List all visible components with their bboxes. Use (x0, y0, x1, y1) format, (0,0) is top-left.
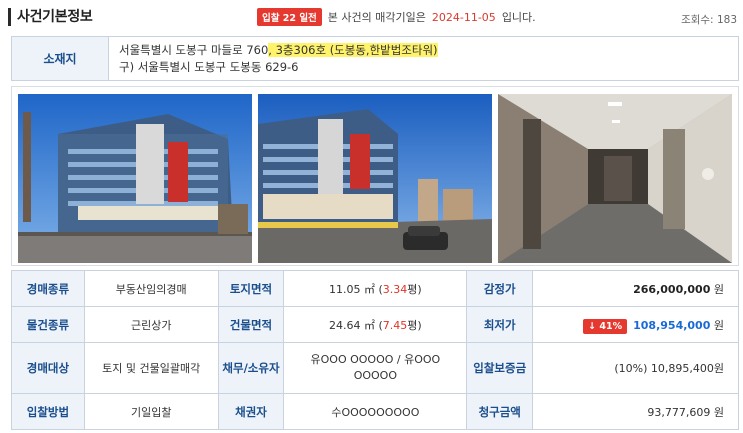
case-info-table: 경매종류 부동산임의경매 토지면적 11.05 ㎡ (3.34평) 감정가 26… (11, 270, 739, 430)
min-price-cell: ↓ 41% 108,954,000 원 (532, 306, 739, 343)
sale-date: 2024-11-05 (431, 10, 496, 24)
method-label: 입찰방법 (11, 393, 85, 430)
address-road: 서울특별시 도봉구 마들로 760 (119, 43, 269, 57)
owner-value-cell: 유OOO OOOOO / 유OOO OOOOO (283, 342, 468, 394)
auction-type-label: 경매종류 (11, 270, 85, 307)
deposit-value: (10%) 10,895,400원 (532, 342, 739, 394)
building-area-label: 건물면적 (217, 306, 285, 343)
appraisal-value: 266,000,000 (633, 282, 711, 296)
building-area-value: 24.64 ㎡ (7.45평) (283, 306, 468, 343)
photo-2[interactable] (258, 94, 492, 263)
method-value: 기일입찰 (83, 393, 219, 430)
land-area-value: 11.05 ㎡ (3.34평) (283, 270, 468, 307)
section-header: 사건기본정보 입찰 22 일전 본 사건의 매각기일은 2024-11-05 입… (0, 0, 743, 34)
dday-badge: 입찰 22 일전 (257, 8, 322, 26)
table-row: 입찰방법 기일입찰 채권자 수OOOOOOOOO 청구금액 93,777,609… (11, 393, 739, 430)
min-price-value: 108,954,000 (633, 318, 711, 332)
notice-suffix: 입니다. (501, 11, 536, 24)
won-unit: 원 (713, 318, 724, 332)
min-price-label: 최저가 (466, 306, 534, 343)
table-row: 물건종류 근린상가 건물면적 24.64 ㎡ (7.45평) 최저가 ↓ 41%… (11, 306, 739, 343)
address-line-old: 구) 서울특별시 도봉구 도봉동 629-6 (119, 60, 299, 74)
address-box: 소재지 서울특별시 도봉구 마들로 760, 3층306호 (도봉동,한밭법조타… (11, 36, 739, 81)
pyeong-unit: 평 (407, 318, 418, 332)
land-area-sqm: 11.05 ㎡ (329, 282, 375, 296)
photo-3[interactable] (498, 94, 732, 263)
target-value: 토지 및 건물일괄매각 (83, 342, 219, 394)
claim-value: 93,777,609 원 (532, 393, 739, 430)
building-street-photo-2-icon (258, 94, 492, 263)
notice-prefix: 본 사건의 매각기일은 (327, 11, 426, 24)
land-area-label: 토지면적 (217, 270, 285, 307)
deposit-label: 입찰보증금 (466, 342, 534, 394)
title-bar-marker (8, 8, 11, 26)
creditor-label: 채권자 (217, 393, 285, 430)
page-title: 사건기본정보 (17, 9, 93, 25)
target-label: 경매대상 (11, 342, 85, 394)
appraisal-label: 감정가 (466, 270, 534, 307)
owner-label: 채무/소유자 (217, 342, 285, 394)
address-line-new: 서울특별시 도봉구 마들로 760, 3층306호 (도봉동,한밭법조타워) (119, 42, 438, 59)
claim-label: 청구금액 (466, 393, 534, 430)
pyeong-unit: 평 (407, 282, 418, 296)
corridor-photo-icon (498, 94, 732, 263)
address-label: 소재지 (12, 37, 109, 80)
property-type-value: 근린상가 (83, 306, 219, 343)
table-row: 경매종류 부동산임의경매 토지면적 11.05 ㎡ (3.34평) 감정가 26… (11, 270, 739, 307)
won-unit: 원 (713, 282, 724, 296)
views-label: 조회수: (681, 14, 714, 26)
table-row: 경매대상 토지 및 건물일괄매각 채무/소유자 유OOO OOOOO / 유OO… (11, 342, 739, 394)
creditor-value: 수OOOOOOOOO (283, 393, 468, 430)
view-count: 조회수: 183 (681, 12, 737, 27)
sale-date-notice: 입찰 22 일전 본 사건의 매각기일은 2024-11-05 입니다. (257, 8, 536, 26)
address-content: 서울특별시 도봉구 마들로 760, 3층306호 (도봉동,한밭법조타워) 구… (109, 37, 448, 80)
appraisal-value-cell: 266,000,000 원 (532, 270, 739, 307)
discount-rate-badge: ↓ 41% (583, 318, 628, 334)
land-area-pyeong: 3.34 (382, 282, 408, 296)
auction-type-value: 부동산임의경매 (83, 270, 219, 307)
building-area-pyeong: 7.45 (382, 318, 408, 332)
address-highlight: , 3층306호 (도봉동,한밭법조타워) (268, 43, 438, 57)
building-area-sqm: 24.64 ㎡ (329, 318, 375, 332)
views-count: 183 (716, 14, 737, 26)
property-type-label: 물건종류 (11, 306, 85, 343)
photo-1[interactable] (18, 94, 252, 263)
photo-gallery (11, 86, 739, 266)
owner-value: 유OOO OOOOO / 유OOO OOOOO (310, 353, 441, 382)
building-street-photo-1-icon (18, 94, 252, 263)
